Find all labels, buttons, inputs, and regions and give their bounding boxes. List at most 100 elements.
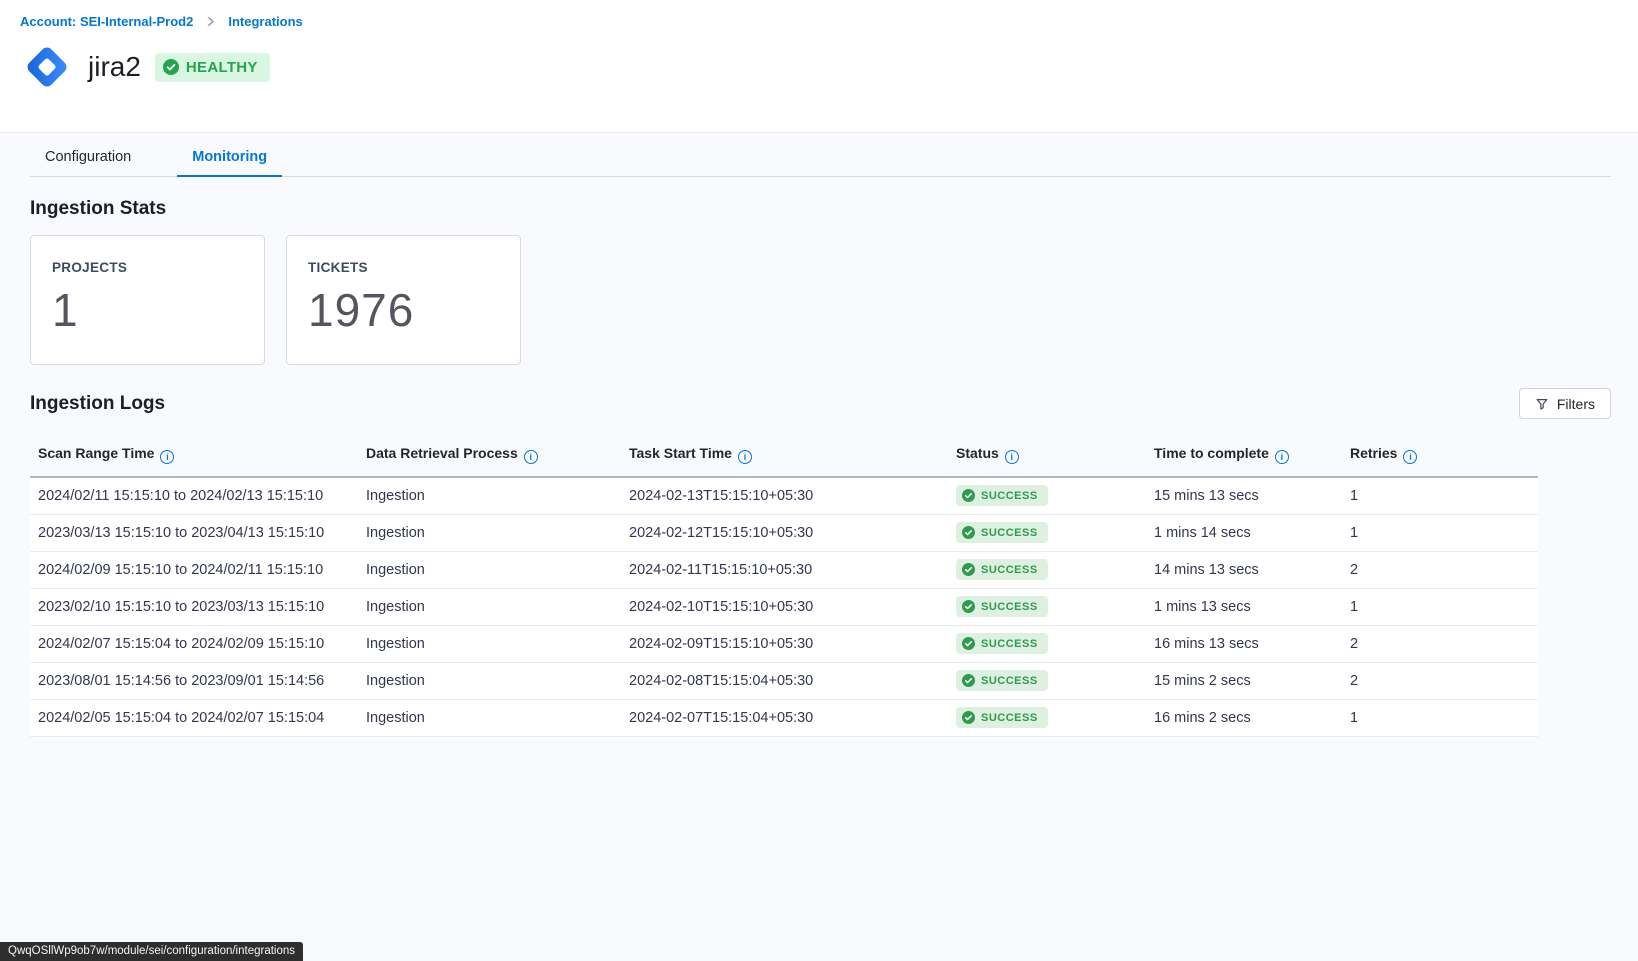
- check-circle-icon: [962, 674, 975, 687]
- stat-value: 1976: [308, 283, 499, 337]
- breadcrumb: Account: SEI-Internal-Prod2 Integrations: [20, 14, 1618, 29]
- cell-time-to-complete: 16 mins 13 secs: [1146, 625, 1342, 662]
- check-circle-icon: [962, 563, 975, 576]
- check-circle-icon: [962, 526, 975, 539]
- cell-scan-range-time: 2024/02/05 15:15:04 to 2024/02/07 15:15:…: [30, 699, 358, 736]
- info-icon[interactable]: i: [1005, 450, 1019, 464]
- cell-time-to-complete: 1 mins 13 secs: [1146, 588, 1342, 625]
- cell-scan-range-time: 2024/02/11 15:15:10 to 2024/02/13 15:15:…: [30, 477, 358, 514]
- cell-task-start-time: 2024-02-11T15:15:10+05:30: [621, 551, 948, 588]
- ingestion-stats-cards: PROJECTS 1 TICKETS 1976: [30, 235, 1638, 365]
- status-bar-url: QwqOSllWp9ob7w/module/sei/configuration/…: [0, 942, 303, 961]
- cell-task-start-time: 2024-02-07T15:15:04+05:30: [621, 699, 948, 736]
- ingestion-logs-body: 2024/02/11 15:15:10 to 2024/02/13 15:15:…: [30, 477, 1538, 736]
- table-row: 2024/02/05 15:15:04 to 2024/02/07 15:15:…: [30, 699, 1538, 736]
- cell-scan-range-time: 2023/02/10 15:15:10 to 2023/03/13 15:15:…: [30, 588, 358, 625]
- cell-status: SUCCESS: [948, 477, 1146, 514]
- column-status: Statusi: [948, 433, 1146, 477]
- status-label: SUCCESS: [981, 601, 1038, 613]
- cell-time-to-complete: 15 mins 2 secs: [1146, 662, 1342, 699]
- status-badge: SUCCESS: [956, 559, 1048, 580]
- column-scan-range-time: Scan Range Timei: [30, 433, 358, 477]
- status-label: SUCCESS: [981, 564, 1038, 576]
- status-badge: SUCCESS: [956, 633, 1048, 654]
- cell-status: SUCCESS: [948, 588, 1146, 625]
- column-retries: Retriesi: [1342, 433, 1538, 477]
- stat-label: PROJECTS: [52, 260, 243, 275]
- cell-time-to-complete: 16 mins 2 secs: [1146, 699, 1342, 736]
- cell-task-start-time: 2024-02-09T15:15:10+05:30: [621, 625, 948, 662]
- status-badge: SUCCESS: [956, 707, 1048, 728]
- ingestion-logs-header: Ingestion Logs Filters: [30, 388, 1611, 419]
- cell-data-retrieval-process: Ingestion: [358, 477, 621, 514]
- check-circle-icon: [962, 600, 975, 613]
- cell-retries: 1: [1342, 699, 1538, 736]
- cell-scan-range-time: 2024/02/09 15:15:10 to 2024/02/11 15:15:…: [30, 551, 358, 588]
- breadcrumb-integrations-link[interactable]: Integrations: [228, 14, 302, 29]
- tab-configuration[interactable]: Configuration: [30, 141, 146, 176]
- info-icon[interactable]: i: [738, 450, 752, 464]
- filters-button-label: Filters: [1557, 396, 1595, 412]
- tab-monitoring[interactable]: Monitoring: [177, 141, 282, 177]
- cell-time-to-complete: 15 mins 13 secs: [1146, 477, 1342, 514]
- cell-time-to-complete: 1 mins 14 secs: [1146, 514, 1342, 551]
- cell-status: SUCCESS: [948, 551, 1146, 588]
- cell-task-start-time: 2024-02-12T15:15:10+05:30: [621, 514, 948, 551]
- check-circle-icon: [962, 489, 975, 502]
- stat-label: TICKETS: [308, 260, 499, 275]
- ingestion-logs-table: Scan Range Timei Data Retrieval Processi…: [30, 433, 1538, 737]
- filters-button[interactable]: Filters: [1519, 388, 1611, 419]
- info-icon[interactable]: i: [1403, 450, 1417, 464]
- cell-data-retrieval-process: Ingestion: [358, 588, 621, 625]
- cell-status: SUCCESS: [948, 662, 1146, 699]
- stat-card-projects: PROJECTS 1: [30, 235, 265, 365]
- cell-status: SUCCESS: [948, 625, 1146, 662]
- page-title: jira2: [88, 51, 141, 83]
- table-row: 2023/08/01 15:14:56 to 2023/09/01 15:14:…: [30, 662, 1538, 699]
- cell-data-retrieval-process: Ingestion: [358, 625, 621, 662]
- status-label: SUCCESS: [981, 675, 1038, 687]
- breadcrumb-account-link[interactable]: Account: SEI-Internal-Prod2: [20, 14, 193, 29]
- info-icon[interactable]: i: [524, 450, 538, 464]
- cell-scan-range-time: 2023/03/13 15:15:10 to 2023/04/13 15:15:…: [30, 514, 358, 551]
- cell-scan-range-time: 2023/08/01 15:14:56 to 2023/09/01 15:14:…: [30, 662, 358, 699]
- cell-retries: 1: [1342, 588, 1538, 625]
- info-icon[interactable]: i: [160, 450, 174, 464]
- table-row: 2024/02/11 15:15:10 to 2024/02/13 15:15:…: [30, 477, 1538, 514]
- jira-logo-icon: [20, 40, 74, 94]
- status-badge: SUCCESS: [956, 596, 1048, 617]
- cell-task-start-time: 2024-02-10T15:15:10+05:30: [621, 588, 948, 625]
- check-circle-icon: [962, 711, 975, 724]
- column-data-retrieval-process: Data Retrieval Processi: [358, 433, 621, 477]
- info-icon[interactable]: i: [1275, 450, 1289, 464]
- table-row: 2024/02/07 15:15:04 to 2024/02/09 15:15:…: [30, 625, 1538, 662]
- health-status-badge: HEALTHY: [155, 53, 270, 82]
- monitoring-content: Configuration Monitoring Ingestion Stats…: [0, 133, 1638, 961]
- cell-retries: 1: [1342, 514, 1538, 551]
- status-label: SUCCESS: [981, 527, 1038, 539]
- cell-data-retrieval-process: Ingestion: [358, 514, 621, 551]
- check-circle-icon: [962, 637, 975, 650]
- column-time-to-complete: Time to completei: [1146, 433, 1342, 477]
- status-badge: SUCCESS: [956, 670, 1048, 691]
- cell-time-to-complete: 14 mins 13 secs: [1146, 551, 1342, 588]
- stat-value: 1: [52, 283, 243, 337]
- cell-retries: 1: [1342, 477, 1538, 514]
- cell-task-start-time: 2024-02-08T15:15:04+05:30: [621, 662, 948, 699]
- status-badge: SUCCESS: [956, 485, 1048, 506]
- cell-scan-range-time: 2024/02/07 15:15:04 to 2024/02/09 15:15:…: [30, 625, 358, 662]
- status-label: SUCCESS: [981, 490, 1038, 502]
- cell-task-start-time: 2024-02-13T15:15:10+05:30: [621, 477, 948, 514]
- tab-bar: Configuration Monitoring: [30, 133, 1611, 177]
- table-header-row: Scan Range Timei Data Retrieval Processi…: [30, 433, 1538, 477]
- ingestion-stats-heading: Ingestion Stats: [30, 198, 1638, 220]
- check-circle-icon: [163, 59, 179, 75]
- table-row: 2023/03/13 15:15:10 to 2023/04/13 15:15:…: [30, 514, 1538, 551]
- cell-retries: 2: [1342, 662, 1538, 699]
- status-badge: SUCCESS: [956, 522, 1048, 543]
- cell-retries: 2: [1342, 625, 1538, 662]
- cell-status: SUCCESS: [948, 514, 1146, 551]
- health-status-label: HEALTHY: [186, 59, 258, 76]
- cell-status: SUCCESS: [948, 699, 1146, 736]
- column-task-start-time: Task Start Timei: [621, 433, 948, 477]
